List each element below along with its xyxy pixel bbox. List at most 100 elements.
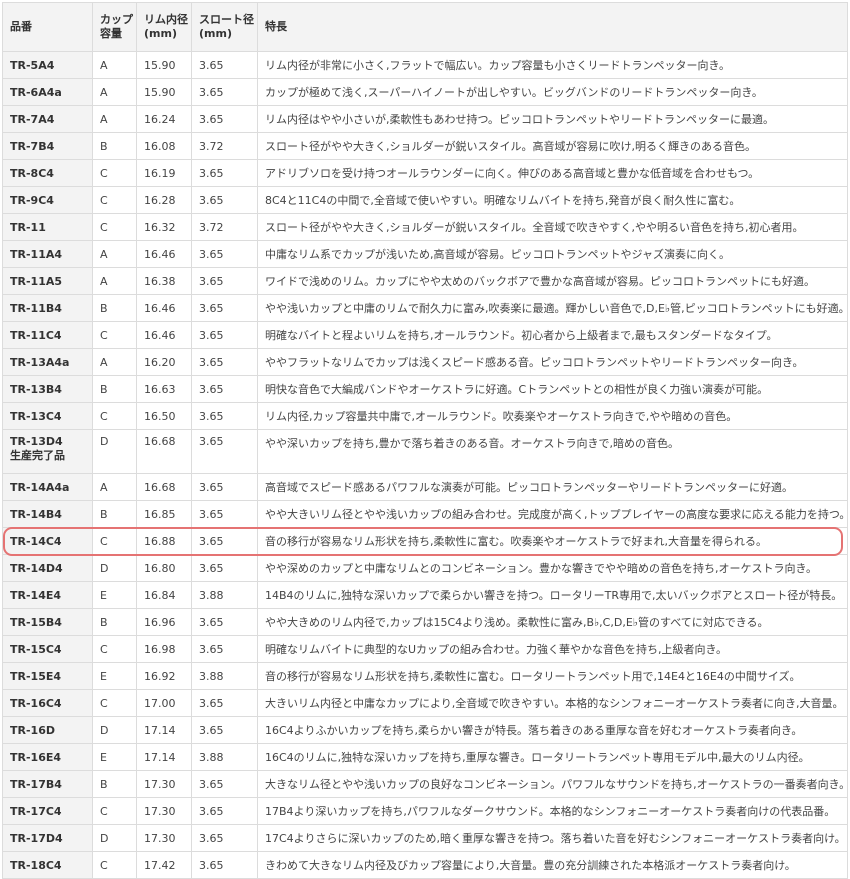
- table-row: TR-18C4 C 17.42 3.65 きわめて大きなリム内径及びカップ容量により,大…: [2, 852, 848, 879]
- feature-cell: 大きいリム内径と中庸なカップにより,全音域で吹きやすい。本格的なシンフォニーオー…: [258, 690, 848, 717]
- throat-cell: 3.65: [192, 160, 258, 187]
- header-cup: カップ 容量: [93, 2, 137, 52]
- rim-cell: 16.28: [137, 187, 192, 214]
- rim-cell: 16.84: [137, 582, 192, 609]
- throat-cell: 3.65: [192, 349, 258, 376]
- throat-cell: 3.65: [192, 295, 258, 322]
- model-number: TR-11A5: [10, 274, 63, 288]
- rim-cell: 16.80: [137, 555, 192, 582]
- model-cell: TR-16C4: [2, 690, 93, 717]
- throat-cell: 3.65: [192, 106, 258, 133]
- throat-cell: 3.65: [192, 430, 258, 474]
- discontinued-note: 生産完了品: [10, 449, 65, 462]
- throat-cell: 3.88: [192, 744, 258, 771]
- model-number: TR-14B4: [10, 507, 62, 521]
- throat-cell: 3.65: [192, 690, 258, 717]
- feature-cell: 8C4と11C4の中間で,全音域で使いやすい。明確なリムバイトを持ち,発音が良く…: [258, 187, 848, 214]
- feature-cell: 明快な音色で大編成バンドやオーケストラに好適。Cトランペットとの相性が良く力強い…: [258, 376, 848, 403]
- throat-cell: 3.65: [192, 636, 258, 663]
- cup-cell: B: [93, 133, 137, 160]
- throat-cell: 3.65: [192, 798, 258, 825]
- cup-cell: A: [93, 268, 137, 295]
- table-row: TR-14C4 C 16.88 3.65 音の移行が容易なリム形状を持ち,柔軟性に富む。…: [2, 528, 848, 555]
- rim-cell: 16.08: [137, 133, 192, 160]
- rim-cell: 16.92: [137, 663, 192, 690]
- model-number: TR-11A4: [10, 247, 63, 261]
- model-cell: TR-9C4: [2, 187, 93, 214]
- model-number: TR-17D4: [10, 831, 63, 845]
- rim-cell: 17.14: [137, 717, 192, 744]
- rim-cell: 16.63: [137, 376, 192, 403]
- throat-cell: 3.88: [192, 582, 258, 609]
- cup-cell: A: [93, 241, 137, 268]
- table-row: TR-15B4 B 16.96 3.65 やや大きめのリム内径で,カップは15C4より浅…: [2, 609, 848, 636]
- model-cell: TR-11A4: [2, 241, 93, 268]
- feature-cell: 中庸なリム系でカップが浅いため,高音域が容易。ピッコロトランペットやジャズ演奏に…: [258, 241, 848, 268]
- cup-cell: C: [93, 636, 137, 663]
- throat-cell: 3.65: [192, 501, 258, 528]
- model-number: TR-15B4: [10, 615, 62, 629]
- model-cell: TR-7A4: [2, 106, 93, 133]
- feature-cell: 17B4より深いカップを持ち,パワフルなダークサウンド。本格的なシンフォニーオー…: [258, 798, 848, 825]
- header-cup-label: カップ 容量: [100, 13, 133, 40]
- table-row: TR-15C4 C 16.98 3.65 明確なリムバイトに典型的なUカップの組み合わせ…: [2, 636, 848, 663]
- cup-cell: B: [93, 501, 137, 528]
- throat-cell: 3.65: [192, 52, 258, 79]
- rim-cell: 17.00: [137, 690, 192, 717]
- table-header-row: 品番 カップ 容量 リム内径 (mm) スロート径 (mm) 特長: [2, 2, 848, 52]
- model-cell: TR-11B4: [2, 295, 93, 322]
- rim-cell: 16.38: [137, 268, 192, 295]
- throat-cell: 3.65: [192, 852, 258, 879]
- model-number: TR-6A4a: [10, 85, 62, 99]
- cup-cell: D: [93, 555, 137, 582]
- model-number: TR-17B4: [10, 777, 62, 791]
- cup-cell: C: [93, 187, 137, 214]
- model-number: TR-11C4: [10, 328, 62, 342]
- rim-cell: 17.30: [137, 825, 192, 852]
- rim-cell: 16.85: [137, 501, 192, 528]
- table-row: TR-13B4 B 16.63 3.65 明快な音色で大編成バンドやオーケストラに好適。…: [2, 376, 848, 403]
- model-number: TR-11: [10, 220, 46, 234]
- feature-cell: やや大きめのリム内径で,カップは15C4より浅め。柔軟性に富み,B♭,C,D,E…: [258, 609, 848, 636]
- model-number: TR-11B4: [10, 301, 62, 315]
- rim-cell: 16.88: [137, 528, 192, 555]
- feature-cell: スロート径がやや大きく,ショルダーが鋭いスタイル。高音域が容易に吹け,明るく輝き…: [258, 133, 848, 160]
- cup-cell: D: [93, 717, 137, 744]
- rim-cell: 16.50: [137, 403, 192, 430]
- feature-cell: 17C4よりさらに深いカップのため,暗く重厚な響きを持つ。落ち着いた音を好むシン…: [258, 825, 848, 852]
- header-rim-label: リム内径 (mm): [144, 13, 188, 40]
- throat-cell: 3.88: [192, 663, 258, 690]
- table-row: TR-14D4 D 16.80 3.65 やや深めのカップと中庸なリムとのコンビネーショ…: [2, 555, 848, 582]
- model-cell: TR-17C4: [2, 798, 93, 825]
- table-row: TR-15E4 E 16.92 3.88 音の移行が容易なリム形状を持ち,柔軟性に富む。…: [2, 663, 848, 690]
- feature-cell: 音の移行が容易なリム形状を持ち,柔軟性に富む。吹奏楽やオーケストラで好まれ,大音…: [258, 528, 848, 555]
- table-row: TR-13D4 生産完了品 D 16.68 3.65 やや深いカップを持ち,豊かで落ち着き…: [2, 430, 848, 474]
- model-cell: TR-14A4a: [2, 474, 93, 501]
- model-number: TR-5A4: [10, 58, 55, 72]
- table-row: TR-7B4 B 16.08 3.72 スロート径がやや大きく,ショルダーが鋭いスタイル…: [2, 133, 848, 160]
- model-cell: TR-14D4: [2, 555, 93, 582]
- feature-cell: 16C4よりふかいカップを持ち,柔らかい響きが特長。落ち着きのある重厚な音を好む…: [258, 717, 848, 744]
- table-row: TR-14B4 B 16.85 3.65 やや大きいリム径とやや浅いカップの組み合わせ。…: [2, 501, 848, 528]
- mouthpiece-spec-table: 品番 カップ 容量 リム内径 (mm) スロート径 (mm) 特長 TR-5A4 A 15…: [2, 2, 848, 879]
- header-throat-label: スロート径 (mm): [199, 13, 254, 40]
- feature-cell: ややフラットなリムでカップは浅くスピード感ある音。ピッコロトランペットやリードト…: [258, 349, 848, 376]
- feature-cell: やや深めのカップと中庸なリムとのコンビネーション。豊かな響きでやや暗めの音色を持…: [258, 555, 848, 582]
- model-number: TR-13D4: [10, 435, 63, 448]
- throat-cell: 3.65: [192, 609, 258, 636]
- cup-cell: B: [93, 295, 137, 322]
- cup-cell: D: [93, 825, 137, 852]
- cup-cell: E: [93, 582, 137, 609]
- feature-cell: やや大きいリム径とやや浅いカップの組み合わせ。完成度が高く,トッププレイヤーの高…: [258, 501, 848, 528]
- table-row: TR-16D D 17.14 3.65 16C4よりふかいカップを持ち,柔らかい響きが特…: [2, 717, 848, 744]
- model-cell: TR-11A5: [2, 268, 93, 295]
- model-cell: TR-11: [2, 214, 93, 241]
- header-throat: スロート径 (mm): [192, 2, 258, 52]
- throat-cell: 3.65: [192, 322, 258, 349]
- table-row: TR-14A4a A 16.68 3.65 高音域でスピード感あるパワフルな演奏が可能。…: [2, 474, 848, 501]
- model-number: TR-15C4: [10, 642, 62, 656]
- table-row: TR-8C4 C 16.19 3.65 アドリブソロを受け持つオールラウンダーに向く。伸…: [2, 160, 848, 187]
- rim-cell: 16.20: [137, 349, 192, 376]
- table-row: TR-11 C 16.32 3.72 スロート径がやや大きく,ショルダーが鋭いスタイル。…: [2, 214, 848, 241]
- model-cell: TR-8C4: [2, 160, 93, 187]
